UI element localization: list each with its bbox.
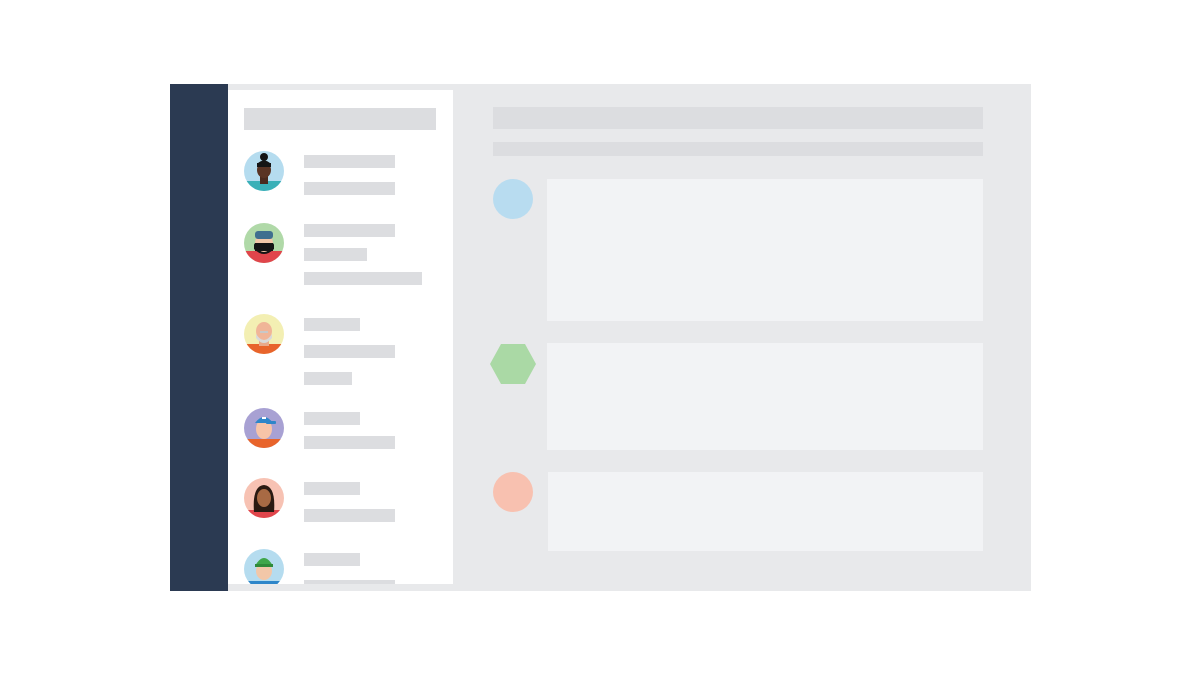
person-bun-icon <box>244 151 284 191</box>
contact-name-placeholder <box>304 224 395 237</box>
contact-status-placeholder <box>304 436 395 449</box>
contact-list-item[interactable] <box>228 478 453 528</box>
contact-list-item[interactable] <box>228 222 453 292</box>
contact-status-placeholder <box>304 182 395 195</box>
contact-name-placeholder <box>304 553 360 566</box>
message-card[interactable] <box>547 343 983 450</box>
message-card[interactable] <box>548 472 983 551</box>
conversation-title-placeholder <box>493 107 983 129</box>
person-green-beanie-icon <box>244 549 284 584</box>
search-input[interactable] <box>244 108 436 130</box>
contact-status-placeholder <box>304 345 395 358</box>
contact-detail-placeholder <box>304 272 422 285</box>
person-long-hair-icon <box>244 478 284 518</box>
navigation-rail[interactable] <box>170 84 228 591</box>
person-bald-beard-icon <box>244 314 284 354</box>
contact-name-placeholder <box>304 318 360 331</box>
contact-list-item[interactable] <box>228 312 453 385</box>
conversation-subtitle-placeholder <box>493 142 983 156</box>
person-beard-beanie-icon <box>244 223 284 263</box>
message-card[interactable] <box>547 179 983 321</box>
app-window <box>170 84 1031 591</box>
contact-name-placeholder <box>304 412 360 425</box>
green-hexagon-icon <box>490 344 536 384</box>
contact-list-item[interactable] <box>228 408 453 458</box>
contact-status-placeholder <box>304 580 395 584</box>
contacts-sidebar <box>228 90 453 584</box>
contact-detail-placeholder <box>304 372 352 385</box>
blue-circle-icon <box>493 179 533 219</box>
contact-status-placeholder <box>304 509 395 522</box>
peach-circle-icon <box>493 472 533 512</box>
conversation-panel <box>453 84 1031 591</box>
contact-status-placeholder <box>304 248 367 261</box>
contact-list-item[interactable] <box>228 150 453 200</box>
contact-name-placeholder <box>304 155 395 168</box>
contact-list-item[interactable] <box>228 548 453 584</box>
contact-name-placeholder <box>304 482 360 495</box>
person-cap-icon <box>244 408 284 448</box>
